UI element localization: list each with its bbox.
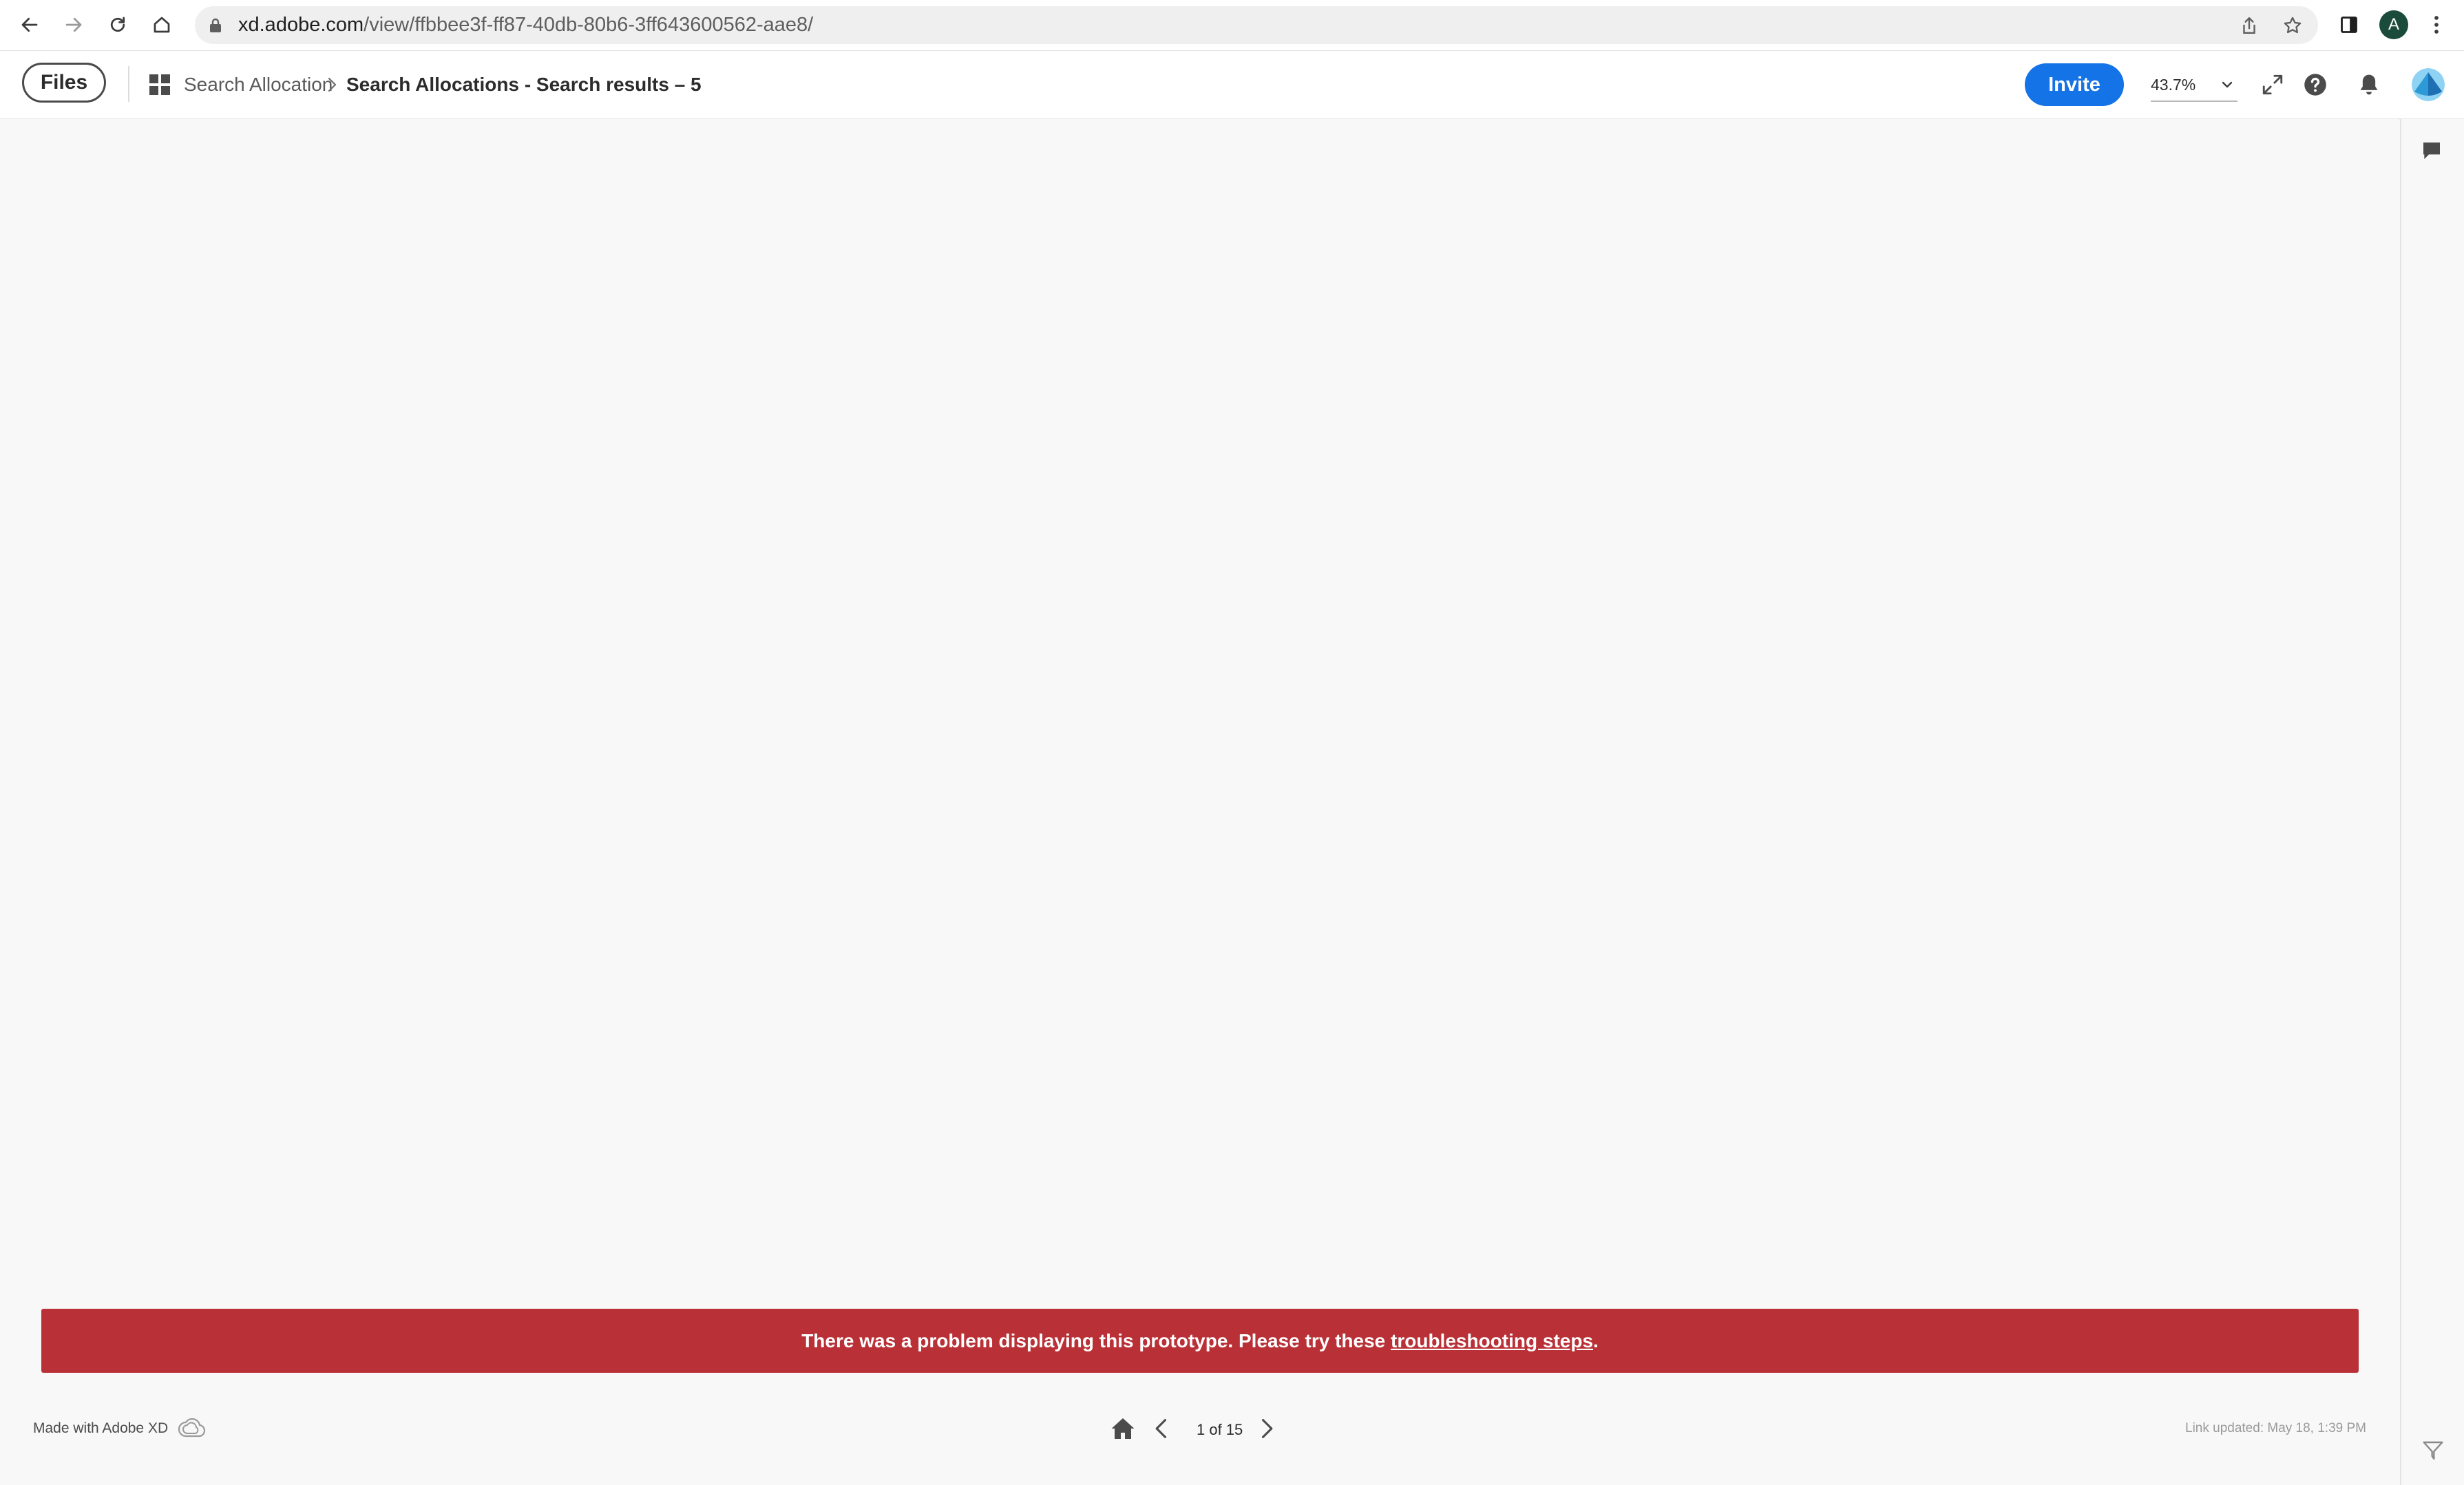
troubleshooting-link[interactable]: troubleshooting steps [1391,1330,1593,1351]
back-icon [21,17,38,32]
link-updated-label: Link updated: May 18, 1:39 PM [2185,1421,2366,1435]
home-button[interactable] [146,9,178,41]
share-button[interactable] [2239,15,2260,36]
comment-icon[interactable] [2421,140,2443,162]
zoom-select[interactable]: 43.7% [2151,70,2237,102]
header-divider [128,66,129,102]
zoom-value: 43.7% [2151,76,2196,94]
url-text: xd.adobe.com/view/ffbbee3f-ff87-40db-80b… [238,6,813,44]
home-icon[interactable] [1110,1417,1135,1440]
grid-icon[interactable] [149,74,170,95]
reload-icon [110,17,125,32]
bookmark-button[interactable] [2282,15,2303,36]
notifications-button[interactable] [2353,69,2385,101]
bookmark-star-icon [2284,17,2302,34]
files-button[interactable]: Files [22,63,106,103]
error-message: There was a problem displaying this prot… [801,1330,1391,1351]
fullscreen-icon [2262,74,2283,95]
url-domain: xd.adobe.com [238,14,364,36]
chevron-left-icon[interactable] [1154,1417,1169,1440]
error-banner: There was a problem displaying this prot… [41,1309,2359,1373]
profile-avatar[interactable]: A [2379,10,2408,39]
error-suffix: . [1593,1330,1599,1351]
reload-button[interactable] [102,9,134,41]
browser-toolbar: xd.adobe.com/view/ffbbee3f-ff87-40db-80b… [0,0,2464,51]
home-icon [154,17,170,33]
feedback-icon[interactable] [2422,1440,2444,1462]
prototype-canvas [0,119,2399,1485]
lock-icon [210,18,221,32]
side-panel-icon [2341,17,2357,33]
side-panel-button[interactable] [2333,9,2365,41]
browser-menu-button[interactable] [2421,9,2452,41]
invite-button[interactable]: Invite [2025,63,2124,106]
forward-icon [65,17,82,32]
app-header: Files Search Allocation Search Allocatio… [0,51,2464,120]
right-panel [2400,119,2464,1485]
browser-menu-icon [2434,16,2439,34]
made-with-label: Made with Adobe XD [33,1420,169,1436]
back-button[interactable] [14,9,45,41]
help-button[interactable] [2299,69,2331,101]
chevron-right-icon[interactable] [1259,1417,1274,1440]
chevron-right-icon [328,77,337,92]
bell-icon [2360,74,2378,95]
breadcrumb-parent[interactable]: Search Allocation [184,51,333,118]
page-indicator: 1 of 15 [1197,1421,1243,1438]
chevron-down-icon [2222,81,2233,88]
breadcrumb-current: Search Allocations - Search results – 5 [346,74,702,95]
account-icon[interactable] [2412,68,2445,101]
help-icon [2304,74,2326,96]
creative-cloud-icon [178,1418,206,1437]
forward-button[interactable] [58,9,89,41]
address-bar[interactable]: xd.adobe.com/view/ffbbee3f-ff87-40db-80b… [195,6,2318,44]
fullscreen-button[interactable] [2257,69,2288,101]
url-path: /view/ffbbee3f-ff87-40db-80b6-3ff6436005… [364,14,814,36]
share-icon [2243,17,2255,34]
